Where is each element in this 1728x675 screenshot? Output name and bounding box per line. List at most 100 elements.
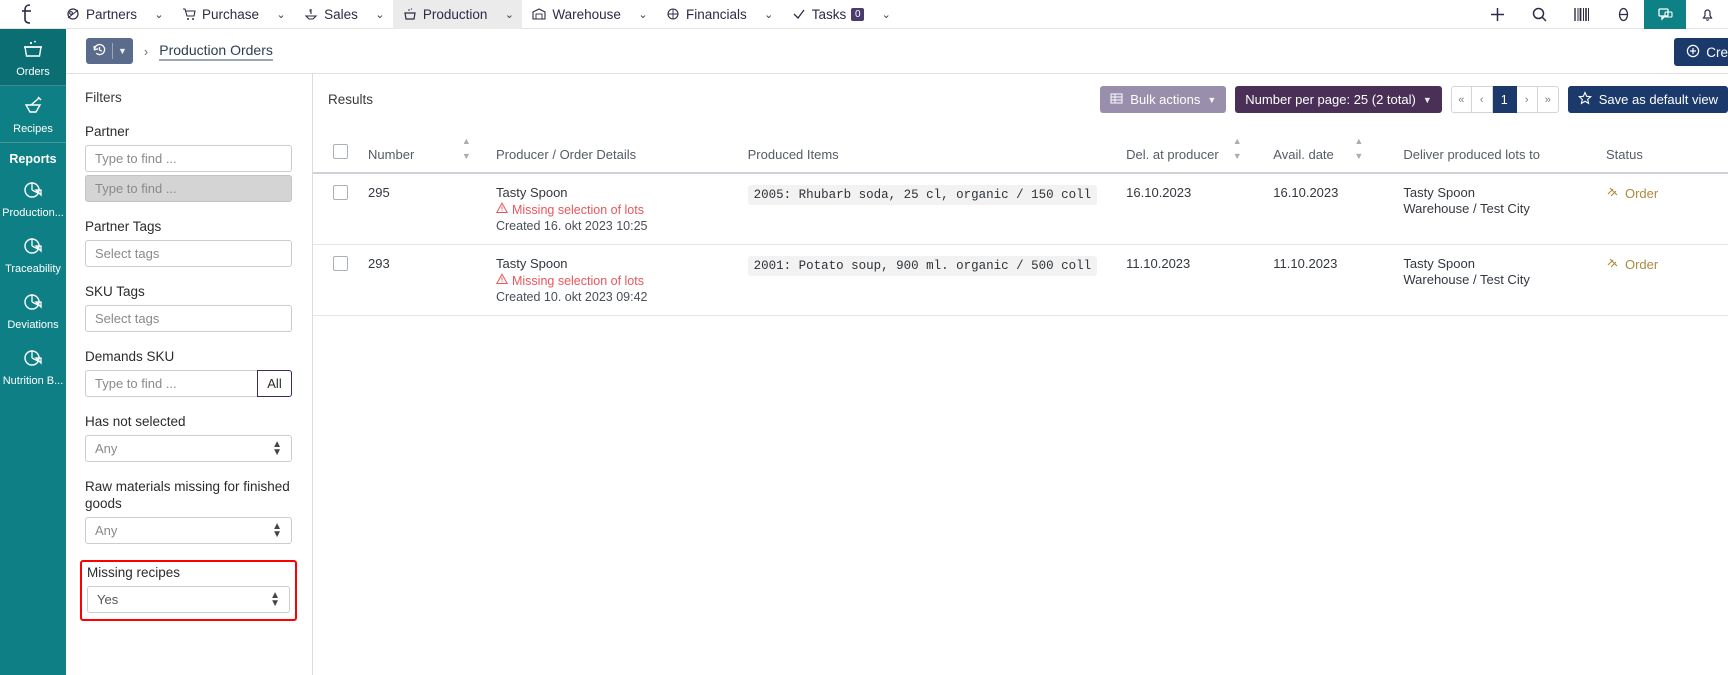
demands-sku-all-button[interactable]: All [257,370,292,397]
chevron-updown-icon: ▲ ▼ [270,589,280,609]
col-number[interactable]: Number [362,125,456,174]
row-created: Created 16. okt 2023 10:25 [495,219,648,233]
menu-tasks-caret[interactable]: ⌄ [873,0,899,29]
menu-partners-label: Partners [86,6,138,22]
row-producer-name: Tasty Spoon [495,185,568,200]
table-header-row: Number ▲ ▼ Producer / Order Details Produ… [313,125,1728,174]
per-page-button[interactable]: Number per page: 25 (2 total) ▼ [1235,86,1442,113]
sidebar-item-recipes-label: Recipes [13,123,53,135]
menu-production-label: Production [422,6,488,22]
filter-missing-recipes-label: Missing recipes [87,565,181,580]
missing-recipes-value: Yes [97,592,119,607]
pie-chart-icon [22,291,44,316]
app-logo[interactable] [0,0,56,29]
pager-first[interactable]: « [1450,86,1472,113]
history-button[interactable]: ▼ [86,38,133,64]
filter-has-not-selected-label: Has not selected [85,414,186,429]
demands-sku-row: Type to find ... All [85,370,292,397]
results-title: Results [328,92,374,107]
menu-financials-label: Financials [685,6,747,22]
sidebar-item-traceability[interactable]: Traceability [0,226,66,282]
plus-icon[interactable] [1476,0,1518,29]
row-produced-items-cell: 2001: Potato soup, 900 ml. organic / 500… [741,244,1121,316]
table-row[interactable]: 295 Tasty Spoon Missing selection of lot… [313,173,1728,245]
sidebar-item-orders-label: Orders [16,66,50,78]
pager-prev[interactable]: ‹ [1471,86,1493,113]
chat-icon[interactable] [1644,0,1686,29]
col-avail-date[interactable]: Avail. date [1267,125,1349,174]
menu-financials-caret[interactable]: ⌄ [756,0,782,29]
menu-production[interactable]: Production [392,0,497,29]
col-producer[interactable]: Producer / Order Details [489,125,742,174]
sidebar-item-production-report[interactable]: Production... [0,170,66,226]
col-status[interactable]: Status [1599,125,1728,174]
partner-tags-input[interactable]: Select tags [85,240,292,267]
pot-icon [22,38,44,63]
menu-sales-caret[interactable]: ⌄ [367,0,393,29]
has-not-selected-select[interactable]: Any ▲ ▼ [85,435,292,462]
search-icon[interactable] [1518,0,1560,29]
row-checkbox[interactable] [333,256,348,271]
menu-production-caret[interactable]: ⌄ [496,0,523,29]
left-sidebar: Orders Recipes Reports Production... Tra… [0,29,66,675]
sku-tags-input[interactable]: Select tags [85,305,292,332]
star-icon [1577,91,1592,108]
row-status-cell: Order [1599,244,1728,316]
raw-materials-select[interactable]: Any ▲ ▼ [85,517,292,544]
production-orders-table: Number ▲ ▼ Producer / Order Details Produ… [313,125,1728,316]
topbar-actions [1476,0,1728,29]
sidebar-item-deviations[interactable]: Deviations [0,282,66,338]
menu-tasks[interactable]: Tasks 0 [782,0,874,29]
col-deliver-lots[interactable]: Deliver produced lots to [1397,125,1600,174]
missing-recipes-select[interactable]: Yes ▲ ▼ [87,586,290,613]
sidebar-item-recipes[interactable]: Recipes [0,86,66,143]
menu-partners[interactable]: Partners [56,0,146,29]
row-created: Created 10. okt 2023 09:42 [495,290,648,304]
col-select-all [313,125,363,174]
partner-input[interactable]: Type to find ... [85,145,292,172]
row-status-cell: Order [1599,173,1728,245]
col-del-sort[interactable]: ▲ ▼ [1226,125,1268,174]
col-avail-sort[interactable]: ▲ ▼ [1348,125,1398,174]
partner-input-secondary[interactable]: Type to find ... [85,175,292,202]
row-checkbox[interactable] [333,185,348,200]
pager-last[interactable]: » [1537,86,1559,113]
menu-warehouse-label: Warehouse [552,6,621,22]
sidebar-item-nutrition[interactable]: Nutrition B... [0,338,66,394]
select-all-checkbox[interactable] [333,144,348,159]
row-number-spacer [455,244,490,316]
row-del-spacer [1226,244,1268,316]
top-menu-bar: Partners ⌄ Purchase ⌄ $ Sales ⌄ Producti… [0,0,1728,29]
col-del-at-producer[interactable]: Del. at producer [1120,125,1227,174]
row-avail-date: 16.10.2023 [1267,173,1349,245]
bulk-actions-button[interactable]: Bulk actions ▼ [1100,86,1227,113]
breadcrumb-bar: ▼ › Production Orders Cre [66,29,1728,74]
bell-icon[interactable] [1686,0,1728,29]
row-warning-text: Missing selection of lots [511,202,644,217]
menu-partners-caret[interactable]: ⌄ [146,0,172,29]
sidebar-section-reports: Reports [9,152,57,166]
menu-warehouse-caret[interactable]: ⌄ [630,0,656,29]
help-icon[interactable] [1602,0,1644,29]
row-warning: Missing selection of lots [495,273,736,288]
pager-next[interactable]: › [1516,86,1538,113]
table-row[interactable]: 293 Tasty Spoon Missing selection of lot… [313,244,1728,316]
demands-sku-input[interactable]: Type to find ... [85,370,258,397]
menu-warehouse[interactable]: Warehouse [522,0,630,29]
menu-purchase-caret[interactable]: ⌄ [268,0,294,29]
col-number-sort[interactable]: ▲ ▼ [455,125,490,174]
breadcrumb-current[interactable]: Production Orders [159,42,273,61]
menu-financials[interactable]: Financials [656,0,756,29]
table-icon [1110,92,1123,108]
barcode-icon[interactable] [1560,0,1602,29]
sidebar-item-orders[interactable]: Orders [0,29,66,86]
results-panel: Results Bulk actions ▼ Number per page: … [313,74,1728,675]
menu-sales[interactable]: $ Sales [294,0,367,29]
mortar-icon [22,95,44,120]
create-button[interactable]: Cre [1674,38,1728,66]
col-produced-items[interactable]: Produced Items [741,125,1121,174]
pager-page-1[interactable]: 1 [1492,86,1517,113]
production-icon [403,7,417,21]
save-default-view-button[interactable]: Save as default view [1567,86,1728,113]
menu-purchase[interactable]: Purchase [172,0,268,29]
